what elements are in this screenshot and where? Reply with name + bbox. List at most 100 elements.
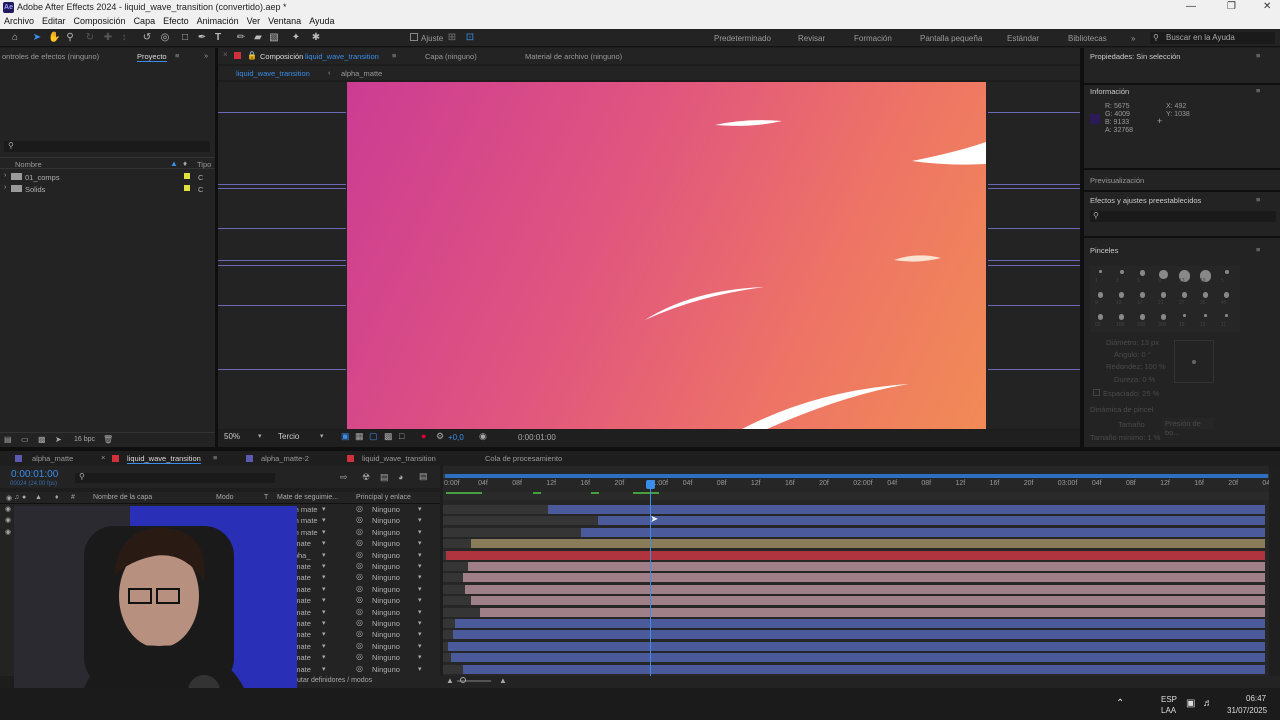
playhead-line[interactable] (650, 480, 651, 676)
brush-tip[interactable] (1097, 292, 1104, 298)
render-queue-tab[interactable]: Cola de procesamiento (485, 454, 562, 463)
layer-duration-bar[interactable] (581, 527, 1265, 537)
brush-tip[interactable] (1139, 292, 1146, 298)
snap-target-icon[interactable]: ⊡ (464, 32, 476, 44)
pickwhip-icon[interactable]: ◎ (356, 584, 363, 593)
hand-tool-icon[interactable]: ✋ (48, 32, 60, 44)
label-swatch[interactable] (184, 173, 190, 179)
parent-select[interactable]: Ninguno (372, 653, 400, 662)
pickwhip-icon[interactable]: ◎ (356, 538, 363, 547)
pickwhip-icon[interactable]: ◎ (356, 504, 363, 513)
chevron-down-icon[interactable]: ▾ (320, 432, 324, 440)
parent-select[interactable]: Ninguno (372, 642, 400, 651)
chevron-down-icon[interactable]: ▾ (322, 573, 326, 581)
brush-tip[interactable] (1223, 292, 1230, 298)
label-swatch[interactable] (184, 185, 190, 191)
preview-title[interactable]: Previsualización (1090, 176, 1144, 185)
brush-tip[interactable] (1118, 314, 1125, 320)
column-track-matte[interactable]: Mate de seguimie... (277, 494, 338, 501)
viewer-timecode[interactable]: 0:00:01:00 (518, 433, 556, 442)
trash-icon[interactable]: 🗑 (103, 435, 113, 444)
project-item[interactable]: › 01_comps C (0, 171, 215, 182)
column-t[interactable]: T (264, 494, 268, 501)
effects-search-input[interactable]: ⚲ (1090, 211, 1276, 222)
workspace-more[interactable]: » (1131, 34, 1135, 43)
pan-tool-icon[interactable]: ✚ (102, 32, 114, 44)
brush-size-select[interactable]: Presión de bo... (1162, 418, 1214, 437)
layer-duration-bar[interactable] (451, 653, 1265, 663)
layer-duration-bar[interactable] (463, 664, 1265, 674)
timeline-tab-alpha-matte[interactable]: alpha_matte (32, 454, 73, 463)
language-code[interactable]: ESP (1161, 695, 1177, 704)
column-number[interactable]: # (71, 494, 75, 501)
chevron-down-icon[interactable]: ▾ (418, 653, 422, 661)
bit-depth-button[interactable]: 16 bpc (74, 436, 95, 443)
eraser-tool-icon[interactable]: ▧ (268, 32, 280, 44)
workspace-bibliotecas[interactable]: Bibliotecas (1068, 34, 1107, 43)
chevron-down-icon[interactable]: ▾ (322, 608, 326, 616)
project-search-input[interactable]: ⚲ (4, 141, 210, 152)
chevron-down-icon[interactable]: ▾ (322, 630, 326, 638)
lock-icon[interactable]: ▲ (35, 494, 42, 501)
workspace-formacion[interactable]: Formación (854, 34, 892, 43)
expand-icon[interactable]: › (4, 184, 6, 191)
chevron-down-icon[interactable]: ▾ (322, 516, 326, 524)
rotate-tool-icon[interactable]: ↺ (141, 32, 153, 44)
parent-select[interactable]: Ninguno (372, 516, 400, 525)
menu-ayuda[interactable]: Ayuda (305, 15, 338, 29)
visibility-icon[interactable]: ◉ (5, 528, 11, 536)
chevron-down-icon[interactable]: ▾ (322, 505, 326, 513)
chevron-down-icon[interactable]: ▾ (418, 619, 422, 627)
zoom-in-icon[interactable]: ▲ (499, 676, 507, 685)
pickwhip-icon[interactable]: ◎ (356, 641, 363, 650)
layer-duration-bar[interactable] (463, 573, 1265, 583)
brush-tip[interactable] (1139, 314, 1146, 320)
brush-tip[interactable] (1099, 270, 1102, 273)
panel-menu-icon[interactable]: ≡ (1256, 195, 1260, 204)
chevron-down-icon[interactable]: ▾ (418, 642, 422, 650)
layer-tab[interactable]: Capa (ninguno) (425, 52, 477, 61)
mask-visibility-icon[interactable]: ▢ (369, 431, 378, 442)
brush-tip[interactable] (1224, 270, 1229, 274)
solo-icon[interactable]: ● (22, 494, 26, 501)
label-icon[interactable]: ♦ (183, 159, 187, 168)
draft-3d-icon[interactable]: ☢ (362, 472, 370, 483)
chevron-down-icon[interactable]: ▾ (418, 505, 422, 513)
close-icon[interactable]: × (223, 50, 228, 59)
menu-editar[interactable]: Editar (38, 15, 70, 29)
pickwhip-icon[interactable]: ◎ (356, 527, 363, 536)
layer-duration-bar[interactable] (453, 630, 1265, 640)
puppet-tool-icon[interactable]: ✱ (310, 32, 322, 44)
workspace-pantalla-pequena[interactable]: Pantalla pequeña (920, 34, 982, 43)
home-icon[interactable]: ⌂ (9, 32, 21, 44)
current-timecode[interactable]: 0:00:01:00 (11, 469, 58, 480)
timeline-graph[interactable]: 0:00f 04f 08f 12f 16f 20f 01:00f 04f 08f 12f 16f 20… (443, 466, 1280, 676)
panel-expand-icon[interactable]: » (204, 51, 208, 60)
new-composition-icon[interactable]: ▩ (38, 435, 46, 444)
chevron-down-icon[interactable]: ▾ (418, 573, 422, 581)
column-type[interactable]: Tipo (197, 160, 211, 169)
brush-tip[interactable] (1097, 314, 1104, 320)
chevron-down-icon[interactable]: ▾ (418, 585, 422, 593)
clock-time[interactable]: 06:47 (1246, 694, 1266, 703)
parent-select[interactable]: Ninguno (372, 665, 400, 674)
label-icon[interactable]: ♦ (55, 494, 59, 501)
spacing-checkbox[interactable] (1093, 389, 1100, 396)
parent-select[interactable]: Ninguno (372, 539, 400, 548)
chevron-down-icon[interactable]: ▾ (322, 551, 326, 559)
layer-duration-bar[interactable] (471, 596, 1265, 606)
brush-tool-icon[interactable]: ✏ (235, 32, 247, 44)
parent-select[interactable]: Ninguno (372, 608, 400, 617)
close-icon[interactable]: ✕ (1263, 1, 1271, 12)
timeline-tab-liquid-wave-2[interactable]: liquid_wave_transition (362, 454, 436, 463)
chevron-down-icon[interactable]: ▾ (258, 432, 262, 440)
audio-icon[interactable]: ♫ (14, 494, 19, 501)
workspace-predeterminado[interactable]: Predeterminado (714, 34, 771, 43)
chevron-down-icon[interactable]: ▾ (322, 653, 326, 661)
timeline-scrollbar[interactable] (1269, 466, 1280, 676)
brush-tip[interactable] (1139, 270, 1146, 276)
pickwhip-icon[interactable]: ◎ (356, 664, 363, 673)
panel-menu-icon[interactable]: ≡ (1256, 245, 1260, 254)
pickwhip-icon[interactable]: ◎ (356, 561, 363, 570)
visibility-icon[interactable]: ◉ (5, 505, 11, 513)
